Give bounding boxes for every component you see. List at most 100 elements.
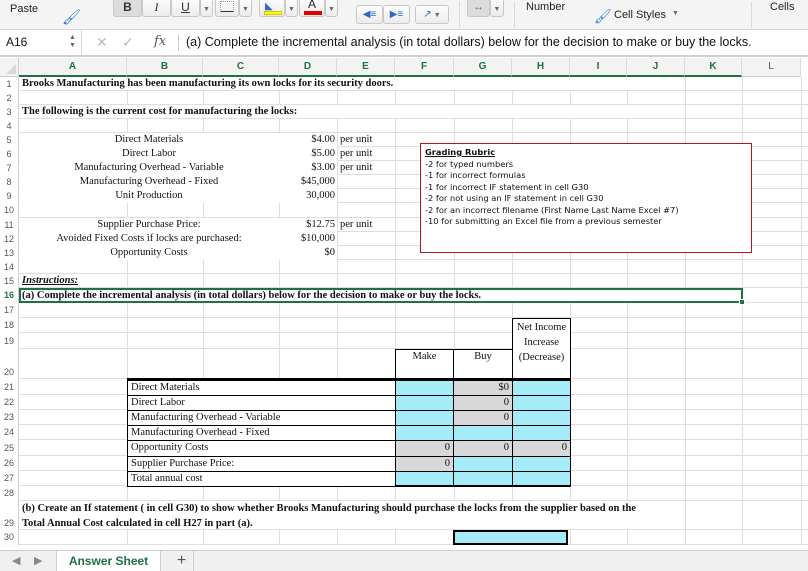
analysis-net-cell[interactable] xyxy=(512,395,571,411)
column-header-a[interactable]: A xyxy=(19,58,127,77)
previous-sheet-icon[interactable]: ◀ xyxy=(12,554,20,567)
analysis-row-label[interactable]: Opportunity Costs xyxy=(127,440,396,457)
supplier-value[interactable]: $10,000 xyxy=(280,232,335,246)
cell-a29-line2[interactable]: Total Annual Cost calculated in cell H27… xyxy=(22,517,253,531)
analysis-make-cell[interactable] xyxy=(395,395,454,411)
cost-label[interactable]: Unit Production xyxy=(20,189,278,203)
number-group-label[interactable]: Number xyxy=(526,1,565,13)
analysis-net-cell[interactable] xyxy=(512,380,571,396)
supplier-label[interactable]: Supplier Purchase Price: xyxy=(20,218,278,232)
cost-value[interactable]: $45,000 xyxy=(280,175,335,189)
cost-unit[interactable]: per unit xyxy=(340,133,372,147)
row-header-10[interactable]: 10 xyxy=(0,203,19,218)
increase-indent-button[interactable]: ▶≡ xyxy=(383,5,410,24)
insert-function-icon[interactable]: fx xyxy=(154,34,166,49)
cost-label[interactable]: Manufacturing Overhead - Variable xyxy=(20,161,278,175)
font-color-dropdown[interactable]: ▼ xyxy=(325,0,338,17)
sheet-tab-answer-sheet[interactable]: Answer Sheet xyxy=(56,551,161,571)
cost-label[interactable]: Direct Materials xyxy=(20,133,278,147)
select-all-corner[interactable] xyxy=(0,58,19,77)
row-header-24[interactable]: 24 xyxy=(0,425,19,440)
supplier-value[interactable]: $0 xyxy=(280,246,336,260)
confirm-icon[interactable]: ✓ xyxy=(122,34,134,51)
row-header-2[interactable]: 2 xyxy=(0,91,19,105)
cost-value[interactable]: 30,000 xyxy=(280,189,335,203)
column-header-c[interactable]: C xyxy=(203,58,279,77)
analysis-row-label[interactable]: Total annual cost xyxy=(127,471,396,487)
net-income-header[interactable]: Net Income Increase (Decrease) xyxy=(512,318,571,380)
orientation-button[interactable]: ↗ ▼ xyxy=(415,5,449,24)
analysis-net-cell[interactable] xyxy=(512,425,571,441)
supplier-unit[interactable]: per unit xyxy=(340,218,372,232)
cost-value[interactable]: $3.00 xyxy=(280,161,335,175)
row-header-7[interactable]: 7 xyxy=(0,161,19,175)
cost-unit[interactable]: per unit xyxy=(340,147,372,161)
cell-a3[interactable]: The following is the current cost for ma… xyxy=(22,105,297,119)
row-header-4[interactable]: 4 xyxy=(0,119,19,133)
cost-value[interactable]: $4.00 xyxy=(280,133,335,147)
analysis-make-cell[interactable]: 0 xyxy=(395,440,454,457)
row-header-22[interactable]: 22 xyxy=(0,395,19,410)
cell-styles-button[interactable]: Cell Styles xyxy=(614,9,666,21)
row-header-13[interactable]: 13 xyxy=(0,246,19,260)
name-box-stepper[interactable]: ▲ ▼ xyxy=(69,34,76,50)
cost-unit[interactable]: per unit xyxy=(340,161,372,175)
supplier-label[interactable]: Opportunity Costs xyxy=(20,246,278,260)
column-header-l[interactable]: L xyxy=(742,58,801,77)
row-header-30[interactable]: 30 xyxy=(0,530,19,545)
row-header-6[interactable]: 6 xyxy=(0,147,19,161)
add-sheet-button[interactable]: + xyxy=(170,551,194,571)
column-header-h[interactable]: H xyxy=(512,58,570,77)
row-header-14[interactable]: 14 xyxy=(0,260,19,274)
row-header-19[interactable]: 19 xyxy=(0,333,19,349)
answer-cell-g30[interactable] xyxy=(453,530,568,545)
fill-color-button[interactable]: ◣ xyxy=(259,0,285,17)
row-header-15[interactable]: 15 xyxy=(0,274,19,288)
analysis-buy-cell[interactable]: $0 xyxy=(453,380,513,396)
analysis-buy-cell[interactable] xyxy=(453,425,513,441)
analysis-buy-cell[interactable]: 0 xyxy=(453,440,513,457)
row-header-27[interactable]: 27 xyxy=(0,471,19,486)
analysis-net-cell[interactable] xyxy=(512,410,571,426)
analysis-row-label[interactable]: Manufacturing Overhead - Fixed xyxy=(127,425,396,441)
cell-a29-line1[interactable]: (b) Create an If statement ( in cell G30… xyxy=(22,502,636,516)
analysis-make-cell[interactable] xyxy=(395,425,454,441)
row-header-5[interactable]: 5 xyxy=(0,133,19,147)
row-header-18[interactable]: 18 xyxy=(0,318,19,333)
instructions-label[interactable]: Instructions: xyxy=(22,274,78,288)
fill-handle[interactable] xyxy=(739,299,745,305)
row-header-17[interactable]: 17 xyxy=(0,303,19,318)
row-header-3[interactable]: 3 xyxy=(0,105,19,119)
row-header-11[interactable]: 11 xyxy=(0,218,19,232)
row-header-1[interactable]: 1 xyxy=(0,77,19,91)
analysis-row-label[interactable]: Manufacturing Overhead - Variable xyxy=(127,410,396,426)
cost-value[interactable]: $5.00 xyxy=(280,147,335,161)
row-header-21[interactable]: 21 xyxy=(0,379,19,395)
column-header-f[interactable]: F xyxy=(395,58,454,77)
italic-button[interactable]: I xyxy=(142,0,171,17)
column-header-j[interactable]: J xyxy=(627,58,685,77)
row-header-16[interactable]: 16 xyxy=(0,288,19,303)
next-sheet-icon[interactable]: ▶ xyxy=(34,554,42,567)
row-header-23[interactable]: 23 xyxy=(0,410,19,425)
row-header-26[interactable]: 26 xyxy=(0,456,19,471)
buy-header[interactable]: Buy xyxy=(453,349,513,380)
format-painter-icon[interactable]: 🖌 xyxy=(62,8,81,26)
row-header-20[interactable]: 20 xyxy=(0,349,19,379)
supplier-label[interactable]: Avoided Fixed Costs if locks are purchas… xyxy=(20,232,278,246)
analysis-row-label[interactable]: Direct Labor xyxy=(127,395,396,411)
column-header-b[interactable]: B xyxy=(127,58,203,77)
row-header-12[interactable]: 12 xyxy=(0,232,19,246)
analysis-net-cell[interactable] xyxy=(512,456,571,472)
analysis-make-cell[interactable] xyxy=(395,410,454,426)
analysis-row-label[interactable]: Direct Materials xyxy=(127,380,396,396)
row-header-29[interactable]: 29 xyxy=(0,501,19,530)
font-color-button[interactable]: A xyxy=(299,0,325,17)
column-header-k[interactable]: K xyxy=(685,58,742,77)
cell-a1[interactable]: Brooks Manufacturing has been manufactur… xyxy=(22,77,393,91)
row-header-9[interactable]: 9 xyxy=(0,189,19,203)
analysis-net-cell[interactable]: 0 xyxy=(512,440,571,457)
cancel-icon[interactable]: ✕ xyxy=(96,34,108,51)
row-header-25[interactable]: 25 xyxy=(0,440,19,456)
bold-button[interactable]: B xyxy=(113,0,142,17)
